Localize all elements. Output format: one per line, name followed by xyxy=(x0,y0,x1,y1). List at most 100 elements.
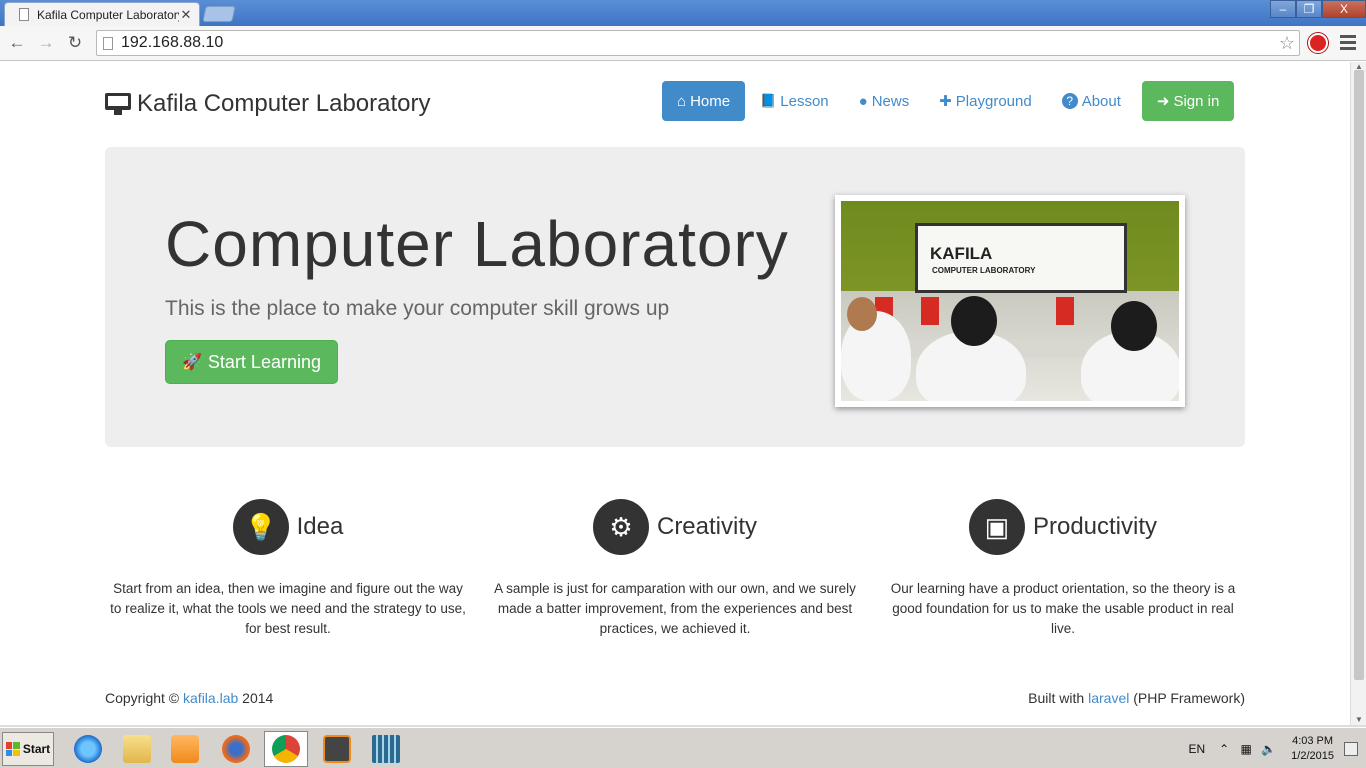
photo-head xyxy=(1111,301,1157,351)
photo-chair xyxy=(1056,297,1074,325)
tray-expand-icon[interactable]: ⌃ xyxy=(1217,742,1231,756)
vertical-scrollbar[interactable]: ▲ ▼ xyxy=(1350,62,1366,725)
media-player-icon[interactable] xyxy=(163,731,207,767)
sign-in-icon: ➜ xyxy=(1156,93,1170,110)
taskbar: Start EN ⌃ ▦ 🔈 4:03 PM 1/2/2015 xyxy=(0,727,1366,768)
copyright-prefix: Copyright © xyxy=(105,690,180,706)
forward-icon[interactable]: → xyxy=(35,32,57,54)
bookmark-star-icon[interactable]: ☆ xyxy=(1279,33,1295,54)
nav-about[interactable]: ? About xyxy=(1047,81,1136,121)
feature-idea-title: Idea xyxy=(296,513,344,540)
copyright-year: 2014 xyxy=(242,690,274,706)
feature-productivity-title: Productivity xyxy=(1032,513,1158,540)
network-icon[interactable]: ▦ xyxy=(1239,742,1253,756)
nav-playground[interactable]: ✚ Playground xyxy=(924,81,1046,121)
sign-in-button[interactable]: ➜ Sign in xyxy=(1141,81,1235,121)
scroll-down-icon[interactable]: ▼ xyxy=(1351,715,1366,725)
gears-icon: ⚙ xyxy=(592,499,649,555)
laravel-link[interactable]: laravel xyxy=(1088,690,1129,706)
globe-icon: ● xyxy=(858,92,868,110)
tab-close-button[interactable]: ✕ xyxy=(179,7,193,23)
cubes-icon: ▣ xyxy=(968,499,1025,555)
nav-home[interactable]: ⌂ Home xyxy=(662,81,746,121)
question-icon: ? xyxy=(1061,93,1078,109)
feature-productivity: ▣ Productivity Our learning have a produ… xyxy=(878,499,1248,639)
sublime-text-icon[interactable] xyxy=(315,731,359,767)
nav-playground-label: Playground xyxy=(955,92,1032,110)
page-viewport: Kafila Computer Laboratory ⌂ Home 📘 Less… xyxy=(0,62,1350,725)
puzzle-icon: ✚ xyxy=(939,93,952,110)
start-learning-label: Start Learning xyxy=(207,351,321,372)
photo-head xyxy=(951,296,997,346)
footer-left: Copyright © kafila.lab 2014 xyxy=(105,690,273,706)
page-info-icon[interactable] xyxy=(103,36,113,50)
address-bar[interactable]: 192.168.88.10 ☆ xyxy=(96,30,1300,56)
new-tab-button[interactable] xyxy=(202,6,236,22)
extension-icon[interactable] xyxy=(1308,33,1328,53)
volume-muted-icon[interactable]: 🔈 xyxy=(1261,742,1276,756)
language-indicator[interactable]: EN xyxy=(1189,742,1206,756)
brand-text[interactable]: Kafila Computer Laboratory xyxy=(137,90,430,118)
browser-tab[interactable]: Kafila Computer Laboratory ✕ xyxy=(4,2,200,26)
feature-creativity-title: Creativity xyxy=(656,513,758,540)
feature-idea: 💡 Idea Start from an idea, then we imagi… xyxy=(103,499,473,639)
windows-flag-icon xyxy=(5,742,20,756)
show-desktop-button[interactable] xyxy=(1344,741,1358,756)
browser-titlebar: Kafila Computer Laboratory ✕ – ❐ X xyxy=(0,0,1366,26)
back-icon[interactable]: ← xyxy=(6,32,28,54)
close-window-button[interactable]: X xyxy=(1322,0,1366,18)
nav-home-label: Home xyxy=(690,92,731,110)
nav-news-label: News xyxy=(871,92,910,110)
browser-toolbar: ← → ↻ 192.168.88.10 ☆ xyxy=(0,26,1366,61)
url-text[interactable]: 192.168.88.10 xyxy=(121,34,1279,52)
feature-productivity-text: Our learning have a product orientation,… xyxy=(890,581,1236,636)
nav-lesson[interactable]: 📘 Lesson xyxy=(745,81,844,121)
start-button[interactable]: Start xyxy=(2,732,54,766)
sign-in-label: Sign in xyxy=(1173,92,1220,110)
built-suffix: (PHP Framework) xyxy=(1133,690,1245,706)
kafila-lab-link[interactable]: kafila.lab xyxy=(183,690,238,706)
home-icon: ⌂ xyxy=(677,92,687,110)
feature-creativity: ⚙ Creativity A sample is just for campar… xyxy=(490,499,860,639)
internet-explorer-icon[interactable] xyxy=(66,731,110,767)
clock[interactable]: 4:03 PM 1/2/2015 xyxy=(1291,734,1334,764)
page-footer: Copyright © kafila.lab 2014 Built with l… xyxy=(105,690,1245,706)
nav-lesson-label: Lesson xyxy=(780,92,829,110)
reload-icon[interactable]: ↻ xyxy=(64,32,86,54)
photo-board-subtitle: COMPUTER LABORATORY xyxy=(932,266,1036,275)
site-brand[interactable]: Kafila Computer Laboratory xyxy=(105,90,430,118)
lab-photo: KAFILA COMPUTER LABORATORY xyxy=(835,195,1185,407)
built-prefix: Built with xyxy=(1028,690,1085,706)
photo-chair xyxy=(921,297,939,325)
window-controls: – ❐ X xyxy=(1270,0,1366,18)
clock-date: 1/2/2015 xyxy=(1291,749,1334,762)
lab-photo-image: KAFILA COMPUTER LABORATORY xyxy=(841,201,1179,401)
feature-idea-text: Start from an idea, then we imagine and … xyxy=(110,581,466,636)
minimize-button[interactable]: – xyxy=(1270,0,1296,18)
chrome-icon[interactable] xyxy=(264,731,308,767)
server-manager-icon[interactable] xyxy=(364,731,408,767)
photo-head xyxy=(847,297,877,331)
photo-board: KAFILA COMPUTER LABORATORY xyxy=(915,223,1127,293)
lightbulb-icon: 💡 xyxy=(232,499,289,555)
photo-board-title: KAFILA xyxy=(930,244,993,263)
start-label: Start xyxy=(22,742,51,756)
system-tray: EN ⌃ ▦ 🔈 4:03 PM 1/2/2015 xyxy=(1189,728,1358,768)
firefox-icon[interactable] xyxy=(214,731,258,767)
chrome-menu-icon[interactable] xyxy=(1340,35,1356,51)
rocket-icon: 🚀 xyxy=(182,354,202,371)
restore-button[interactable]: ❐ xyxy=(1296,0,1322,18)
scrollbar-thumb[interactable] xyxy=(1354,70,1364,680)
book-icon: 📘 xyxy=(760,93,777,108)
hero-title: Computer Laboratory xyxy=(165,208,789,280)
tab-title: Kafila Computer Laboratory xyxy=(37,7,179,22)
footer-right: Built with laravel (PHP Framework) xyxy=(1028,690,1245,706)
nav-news[interactable]: ● News xyxy=(844,81,925,121)
file-explorer-icon[interactable] xyxy=(115,731,159,767)
page-icon xyxy=(19,8,29,21)
clock-time: 4:03 PM xyxy=(1292,734,1334,747)
monitor-icon xyxy=(105,93,131,115)
start-learning-button[interactable]: 🚀 Start Learning xyxy=(165,340,338,384)
nav-about-label: About xyxy=(1081,92,1121,110)
main-nav: ⌂ Home 📘 Lesson ● News ✚ Playground ? Ab… xyxy=(662,81,1235,121)
